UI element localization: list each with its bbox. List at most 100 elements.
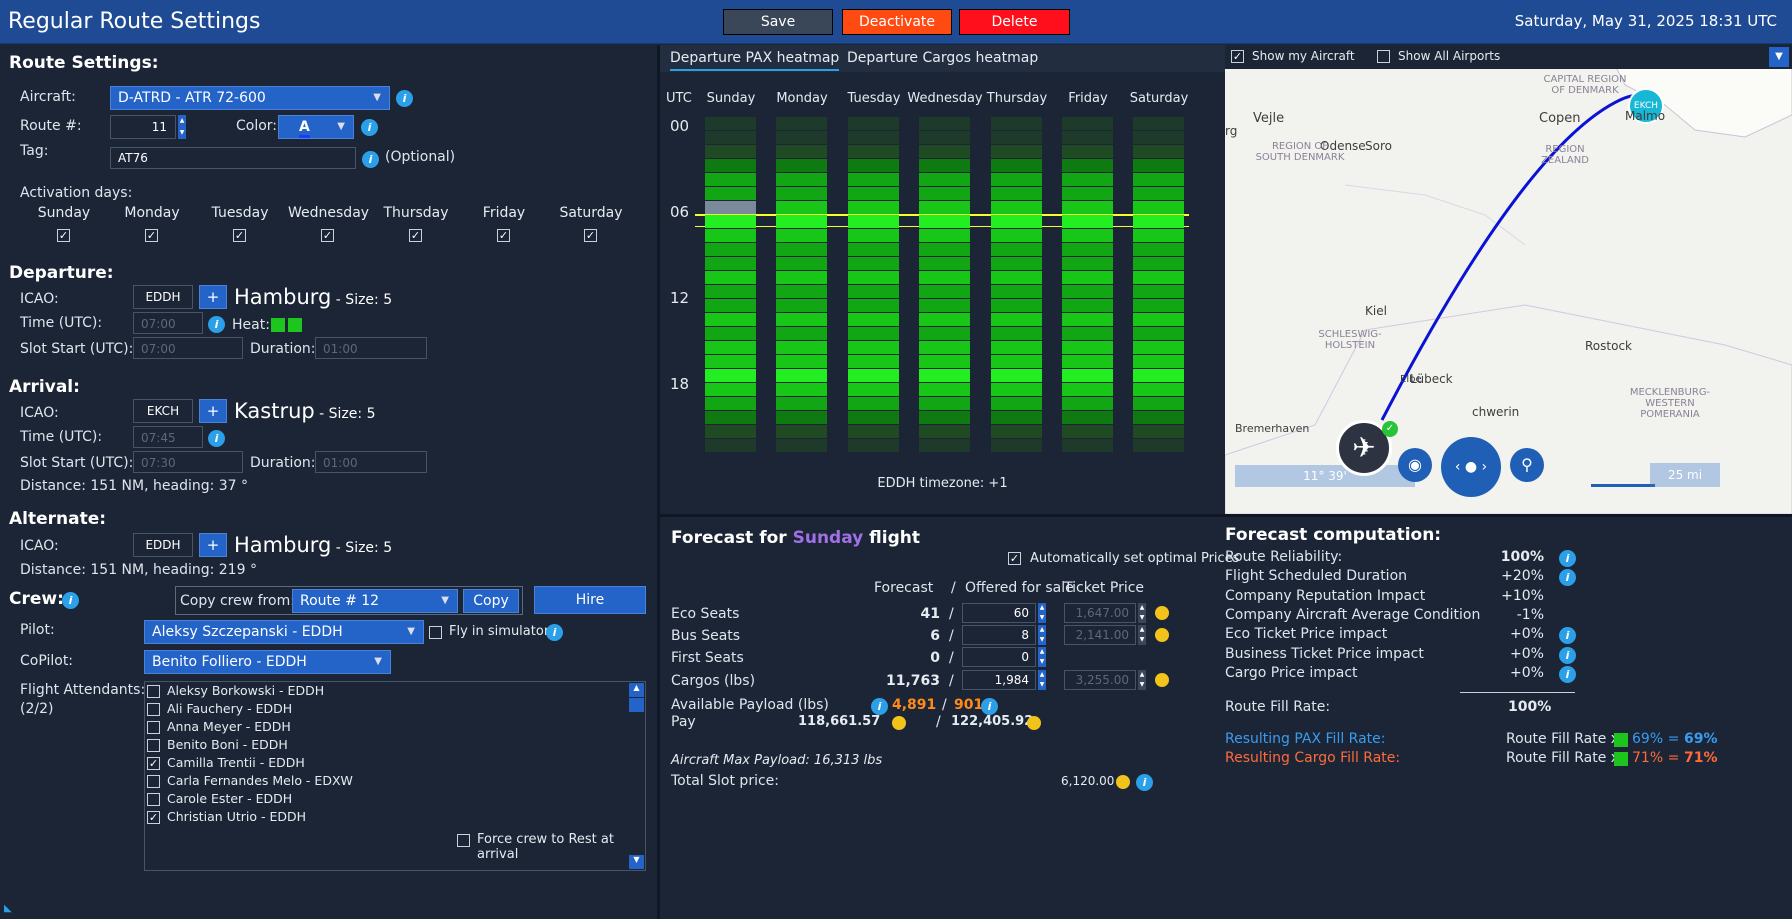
heatmap-cell[interactable]: [705, 299, 756, 312]
heatmap-cell[interactable]: [1133, 313, 1184, 326]
heatmap-cell[interactable]: [1062, 411, 1113, 424]
heatmap-cell[interactable]: [1133, 439, 1184, 452]
heatmap-cell[interactable]: [919, 257, 970, 270]
attendant-checkbox[interactable]: [147, 775, 160, 788]
heatmap-cell[interactable]: [1062, 187, 1113, 200]
heatmap-cell[interactable]: [848, 145, 899, 158]
heatmap-cell[interactable]: [991, 187, 1042, 200]
heatmap-cell[interactable]: [776, 299, 827, 312]
heatmap-cell[interactable]: [1133, 131, 1184, 144]
heatmap-cell[interactable]: [991, 341, 1042, 354]
heatmap-cell[interactable]: [705, 117, 756, 130]
scroll-thumb[interactable]: [629, 698, 644, 712]
heatmap-cell[interactable]: [991, 215, 1042, 228]
attendant-checkbox[interactable]: [147, 703, 160, 716]
attendant-item[interactable]: Benito Boni - EDDH: [145, 736, 645, 754]
show-airports-checkbox[interactable]: [1377, 50, 1390, 63]
heatmap-cell[interactable]: [705, 313, 756, 326]
ticket-price-field[interactable]: 3,255.00: [1064, 670, 1136, 690]
heatmap-cell[interactable]: [705, 145, 756, 158]
heatmap-cell[interactable]: [1133, 243, 1184, 256]
attendant-checkbox[interactable]: [147, 793, 160, 806]
heatmap-cell[interactable]: [919, 425, 970, 438]
heatmap-cell[interactable]: [705, 411, 756, 424]
heatmap-cell[interactable]: [919, 117, 970, 130]
resize-grip-icon[interactable]: ◣: [4, 903, 15, 914]
heatmap-cell[interactable]: [776, 369, 827, 382]
heatmap-cell[interactable]: [919, 145, 970, 158]
dep-icao-field[interactable]: EDDH: [133, 285, 193, 309]
heatmap-cell[interactable]: [1062, 425, 1113, 438]
heatmap-cell[interactable]: [991, 411, 1042, 424]
pilot-select[interactable]: Aleksy Szczepanski - EDDH ▼: [144, 620, 424, 644]
heatmap-cell[interactable]: [1133, 425, 1184, 438]
info-icon[interactable]: i: [1559, 665, 1576, 683]
heatmap-cell[interactable]: [991, 117, 1042, 130]
heatmap-cell[interactable]: [1062, 131, 1113, 144]
heatmap-cell[interactable]: [705, 341, 756, 354]
heatmap-cell[interactable]: [776, 327, 827, 340]
heatmap-cell[interactable]: [1133, 355, 1184, 368]
offered-field[interactable]: 8: [962, 625, 1036, 645]
heatmap-cell[interactable]: [776, 145, 827, 158]
heatmap-cell[interactable]: [1133, 341, 1184, 354]
heatmap-cell[interactable]: [848, 369, 899, 382]
heatmap-cell[interactable]: [705, 355, 756, 368]
heatmap-cell[interactable]: [1062, 369, 1113, 382]
heatmap-cell[interactable]: [991, 257, 1042, 270]
heatmap-cell[interactable]: [776, 439, 827, 452]
info-icon[interactable]: i: [546, 624, 563, 641]
scroll-up-icon[interactable]: ▲: [629, 683, 644, 697]
heatmap-cell[interactable]: [919, 131, 970, 144]
heatmap-cell[interactable]: [705, 271, 756, 284]
eye-icon[interactable]: ◉: [1398, 448, 1432, 482]
heatmap-cell[interactable]: [1062, 215, 1113, 228]
heatmap-cell[interactable]: [848, 187, 899, 200]
attendant-checkbox[interactable]: ✓: [147, 811, 160, 824]
heatmap-cell[interactable]: [991, 243, 1042, 256]
tab-cargo-heatmap[interactable]: Departure Cargos heatmap: [847, 50, 1038, 66]
heatmap-cell[interactable]: [848, 131, 899, 144]
force-rest-checkbox[interactable]: [457, 834, 470, 847]
route-number-field[interactable]: 11: [110, 115, 176, 139]
tab-pax-heatmap[interactable]: Departure PAX heatmap: [670, 50, 840, 71]
attendant-item[interactable]: Carla Fernandes Melo - EDXW: [145, 772, 645, 790]
price-stepper[interactable]: ▲ ▼: [1138, 625, 1146, 645]
day-checkbox[interactable]: ✓: [409, 229, 422, 242]
info-icon[interactable]: i: [208, 316, 225, 333]
heatmap-cell[interactable]: [919, 299, 970, 312]
heatmap-cell[interactable]: [1133, 397, 1184, 410]
heatmap-cell[interactable]: [848, 201, 899, 214]
info-icon[interactable]: i: [1559, 627, 1576, 645]
dep-slot-field[interactable]: 07:00: [133, 337, 243, 359]
info-icon[interactable]: i: [1559, 550, 1576, 567]
heatmap-cell[interactable]: [991, 313, 1042, 326]
heatmap-cell[interactable]: [919, 215, 970, 228]
heatmap-cell[interactable]: [1062, 341, 1113, 354]
price-stepper[interactable]: ▲ ▼: [1138, 670, 1146, 690]
offered-stepper[interactable]: ▲ ▼: [1038, 603, 1046, 623]
heatmap-cell[interactable]: [1062, 229, 1113, 242]
heatmap-cell[interactable]: [848, 313, 899, 326]
heatmap-cell[interactable]: [848, 173, 899, 186]
heatmap-cell[interactable]: [848, 439, 899, 452]
show-aircraft-checkbox[interactable]: ✓: [1231, 50, 1244, 63]
heatmap-cell[interactable]: [1133, 299, 1184, 312]
attendant-item[interactable]: Ali Fauchery - EDDH: [145, 700, 645, 718]
info-icon[interactable]: i: [208, 430, 225, 447]
heatmap-cell[interactable]: [1062, 257, 1113, 270]
heatmap-cell[interactable]: [705, 131, 756, 144]
ticket-price-field[interactable]: 2,141.00: [1064, 625, 1136, 645]
heatmap-cell[interactable]: [848, 229, 899, 242]
aircraft-select[interactable]: D-ATRD - ATR 72-600 ▼: [110, 86, 390, 110]
heatmap-cell[interactable]: [919, 383, 970, 396]
color-select[interactable]: A ▼: [278, 115, 354, 139]
heatmap-cell[interactable]: [776, 341, 827, 354]
info-icon[interactable]: i: [396, 90, 413, 107]
heatmap-cell[interactable]: [776, 117, 827, 130]
save-button[interactable]: Save: [723, 9, 833, 35]
heatmap-cell[interactable]: [776, 397, 827, 410]
heatmap-cell[interactable]: [1133, 117, 1184, 130]
heatmap-cell[interactable]: [776, 229, 827, 242]
heatmap-cell[interactable]: [991, 173, 1042, 186]
